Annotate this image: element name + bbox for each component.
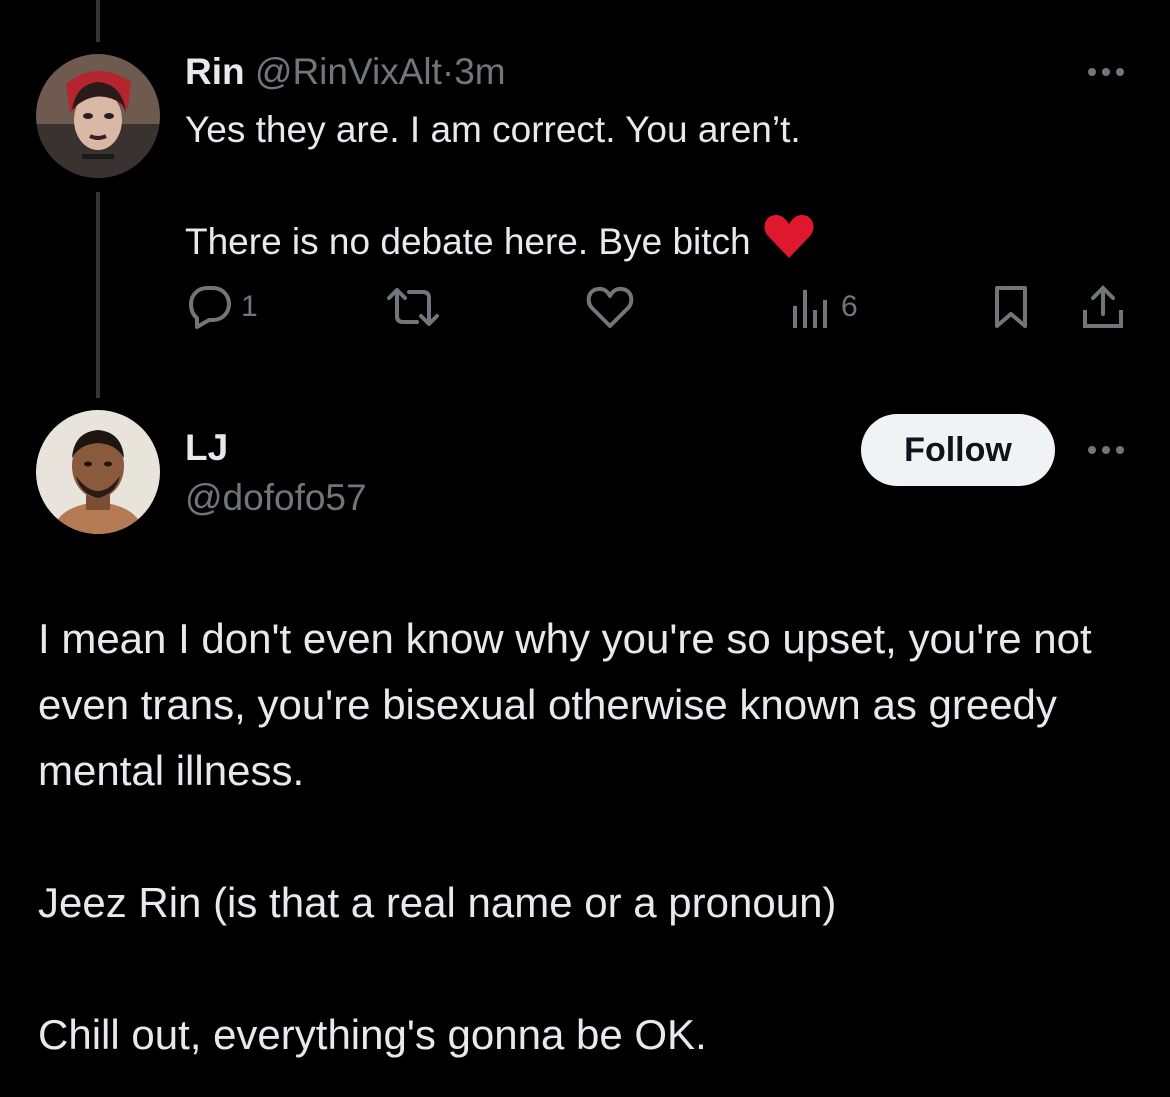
views-count: 6: [841, 290, 858, 323]
thread-line: [96, 0, 100, 42]
author-name[interactable]: LJ: [185, 426, 228, 470]
reply-button[interactable]: 1: [185, 284, 258, 330]
action-bar: 1 6: [185, 284, 1135, 334]
author-handle[interactable]: @dofofo57: [185, 476, 367, 520]
heart-emoji: [763, 212, 815, 270]
like-icon: [585, 284, 635, 330]
reply-header: Rin @RinVixAlt·3m: [185, 50, 506, 94]
reply-line: Yes they are. I am correct. You aren’t.: [185, 109, 801, 150]
bookmark-icon: [991, 284, 1031, 330]
author-name[interactable]: Rin: [185, 51, 245, 92]
post-paragraph: Chill out, everything's gonna be OK.: [38, 1011, 707, 1058]
avatar[interactable]: [36, 54, 160, 178]
reply-text: Yes they are. I am correct. You aren’t. …: [185, 108, 1085, 270]
follow-button[interactable]: Follow: [861, 414, 1055, 486]
like-button[interactable]: [585, 284, 643, 330]
bookmark-button[interactable]: [991, 284, 1031, 330]
author-handle[interactable]: @RinVixAlt: [255, 51, 442, 92]
thread-line: [96, 192, 100, 398]
views-icon: [789, 284, 833, 330]
timestamp[interactable]: 3m: [454, 51, 505, 92]
repost-icon: [385, 284, 441, 330]
reply-line-with-emoji: There is no debate here. Bye bitch: [185, 212, 1085, 270]
reply-icon: [185, 284, 233, 330]
views-button[interactable]: 6: [789, 284, 858, 330]
reply-line: There is no debate here. Bye bitch: [185, 221, 751, 262]
more-icon[interactable]: [1088, 68, 1124, 76]
avatar[interactable]: [36, 410, 160, 534]
share-button[interactable]: [1081, 284, 1125, 330]
share-icon: [1081, 284, 1125, 330]
separator: ·: [441, 51, 455, 92]
post-text: I mean I don't even know why you're so u…: [38, 606, 1138, 1068]
repost-button[interactable]: [385, 284, 449, 330]
post-paragraph: Jeez Rin (is that a real name or a prono…: [38, 879, 837, 926]
more-icon[interactable]: [1088, 446, 1124, 454]
post-paragraph: I mean I don't even know why you're so u…: [38, 615, 1092, 794]
reply-count: 1: [241, 290, 258, 323]
